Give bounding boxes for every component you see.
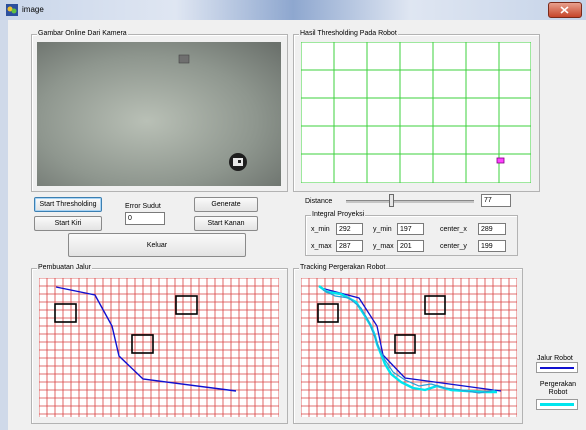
legend-gerak-swatch: [540, 403, 574, 406]
center-y-field[interactable]: 199: [478, 240, 506, 252]
window-title: image: [22, 5, 44, 14]
keluar-button[interactable]: Keluar: [68, 233, 246, 257]
distance-slider-track: [346, 200, 474, 203]
start-thresholding-button[interactable]: Start Thresholding: [34, 197, 102, 212]
title-bar: image: [0, 0, 586, 20]
distance-value-field[interactable]: 77: [481, 194, 511, 207]
center-x-label: center_x: [440, 226, 467, 233]
center-x-field[interactable]: 289: [478, 223, 506, 235]
legend-gerak-label: Pergerakan Robot: [539, 381, 577, 396]
x-max-field[interactable]: 287: [336, 240, 363, 252]
close-button[interactable]: [548, 2, 582, 18]
distance-slider-thumb[interactable]: [389, 194, 395, 207]
x-max-label: x_max: [311, 243, 332, 250]
integral-proyeksi-title: Integral Proyeksi: [311, 210, 366, 220]
threshold-image: [301, 42, 531, 183]
threshold-group-title: Hasil Thresholding Pada Robot: [299, 29, 398, 39]
pembuatan-jalur-title: Pembuatan Jalur: [37, 263, 92, 273]
close-icon: [560, 6, 569, 14]
y-max-label: y_max: [373, 243, 394, 250]
tracking-canvas: [301, 278, 517, 417]
error-sudut-field[interactable]: 0: [125, 212, 165, 225]
distance-label: Distance: [305, 198, 333, 205]
y-max-field[interactable]: 201: [397, 240, 424, 252]
tracking-group: Tracking Pergerakan Robot: [293, 263, 523, 424]
y-min-field[interactable]: 197: [397, 223, 424, 235]
generate-button[interactable]: Generate: [194, 197, 258, 212]
camera-image: [37, 42, 281, 186]
x-min-field[interactable]: 292: [336, 223, 363, 235]
legend-jalur-swatch: [540, 367, 574, 369]
path-planning-canvas[interactable]: [39, 278, 279, 417]
y-min-label: y_min: [373, 226, 392, 233]
pembuatan-jalur-group: Pembuatan Jalur: [31, 263, 288, 424]
threshold-group: Hasil Thresholding Pada Robot: [293, 29, 540, 192]
center-y-label: center_y: [440, 243, 467, 250]
tracking-group-title: Tracking Pergerakan Robot: [299, 263, 387, 273]
error-sudut-label: Error Sudut: [125, 203, 161, 210]
camera-group: Gambar Online Dari Kamera: [31, 29, 288, 192]
integral-proyeksi-group: Integral Proyeksi x_min 292 y_min 197 ce…: [305, 210, 518, 256]
app-icon: [6, 4, 18, 16]
legend-gerak-box: [536, 399, 578, 410]
x-min-label: x_min: [311, 226, 330, 233]
distance-slider[interactable]: [346, 194, 474, 208]
legend-jalur-box: [536, 362, 578, 373]
window-left-border: [0, 20, 8, 430]
camera-group-title: Gambar Online Dari Kamera: [37, 29, 128, 39]
start-kanan-button[interactable]: Start Kanan: [194, 216, 258, 231]
start-kiri-button[interactable]: Start Kiri: [34, 216, 102, 231]
detected-robot-marker: [496, 157, 505, 164]
